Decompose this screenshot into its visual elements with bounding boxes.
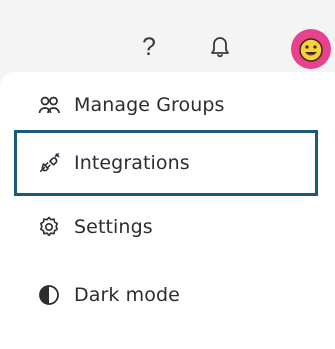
user-dropdown-menu: Manage Groups Integrations Settings Dark… <box>0 72 335 349</box>
plug-icon <box>38 152 60 174</box>
menu-item-settings[interactable]: Settings <box>14 194 318 260</box>
help-button[interactable]: ? <box>134 30 164 64</box>
bell-icon <box>211 37 229 58</box>
menu-item-label: Integrations <box>74 152 190 174</box>
menu-item-label: Settings <box>74 216 153 238</box>
avatar <box>291 29 331 69</box>
menu-item-manage-groups[interactable]: Manage Groups <box>14 72 318 138</box>
question-mark-icon: ? <box>142 32 156 61</box>
menu-item-dark-mode[interactable]: Dark mode <box>14 262 318 328</box>
notifications-button[interactable] <box>208 33 232 59</box>
gear-icon <box>38 216 60 238</box>
menu-item-label: Manage Groups <box>74 94 225 116</box>
menu-item-label: Dark mode <box>74 284 180 306</box>
menu-item-integrations[interactable]: Integrations <box>14 130 318 196</box>
avatar-button[interactable] <box>287 25 335 73</box>
users-icon <box>38 94 60 116</box>
contrast-icon <box>38 284 60 306</box>
smiley-avatar-icon <box>299 38 323 62</box>
